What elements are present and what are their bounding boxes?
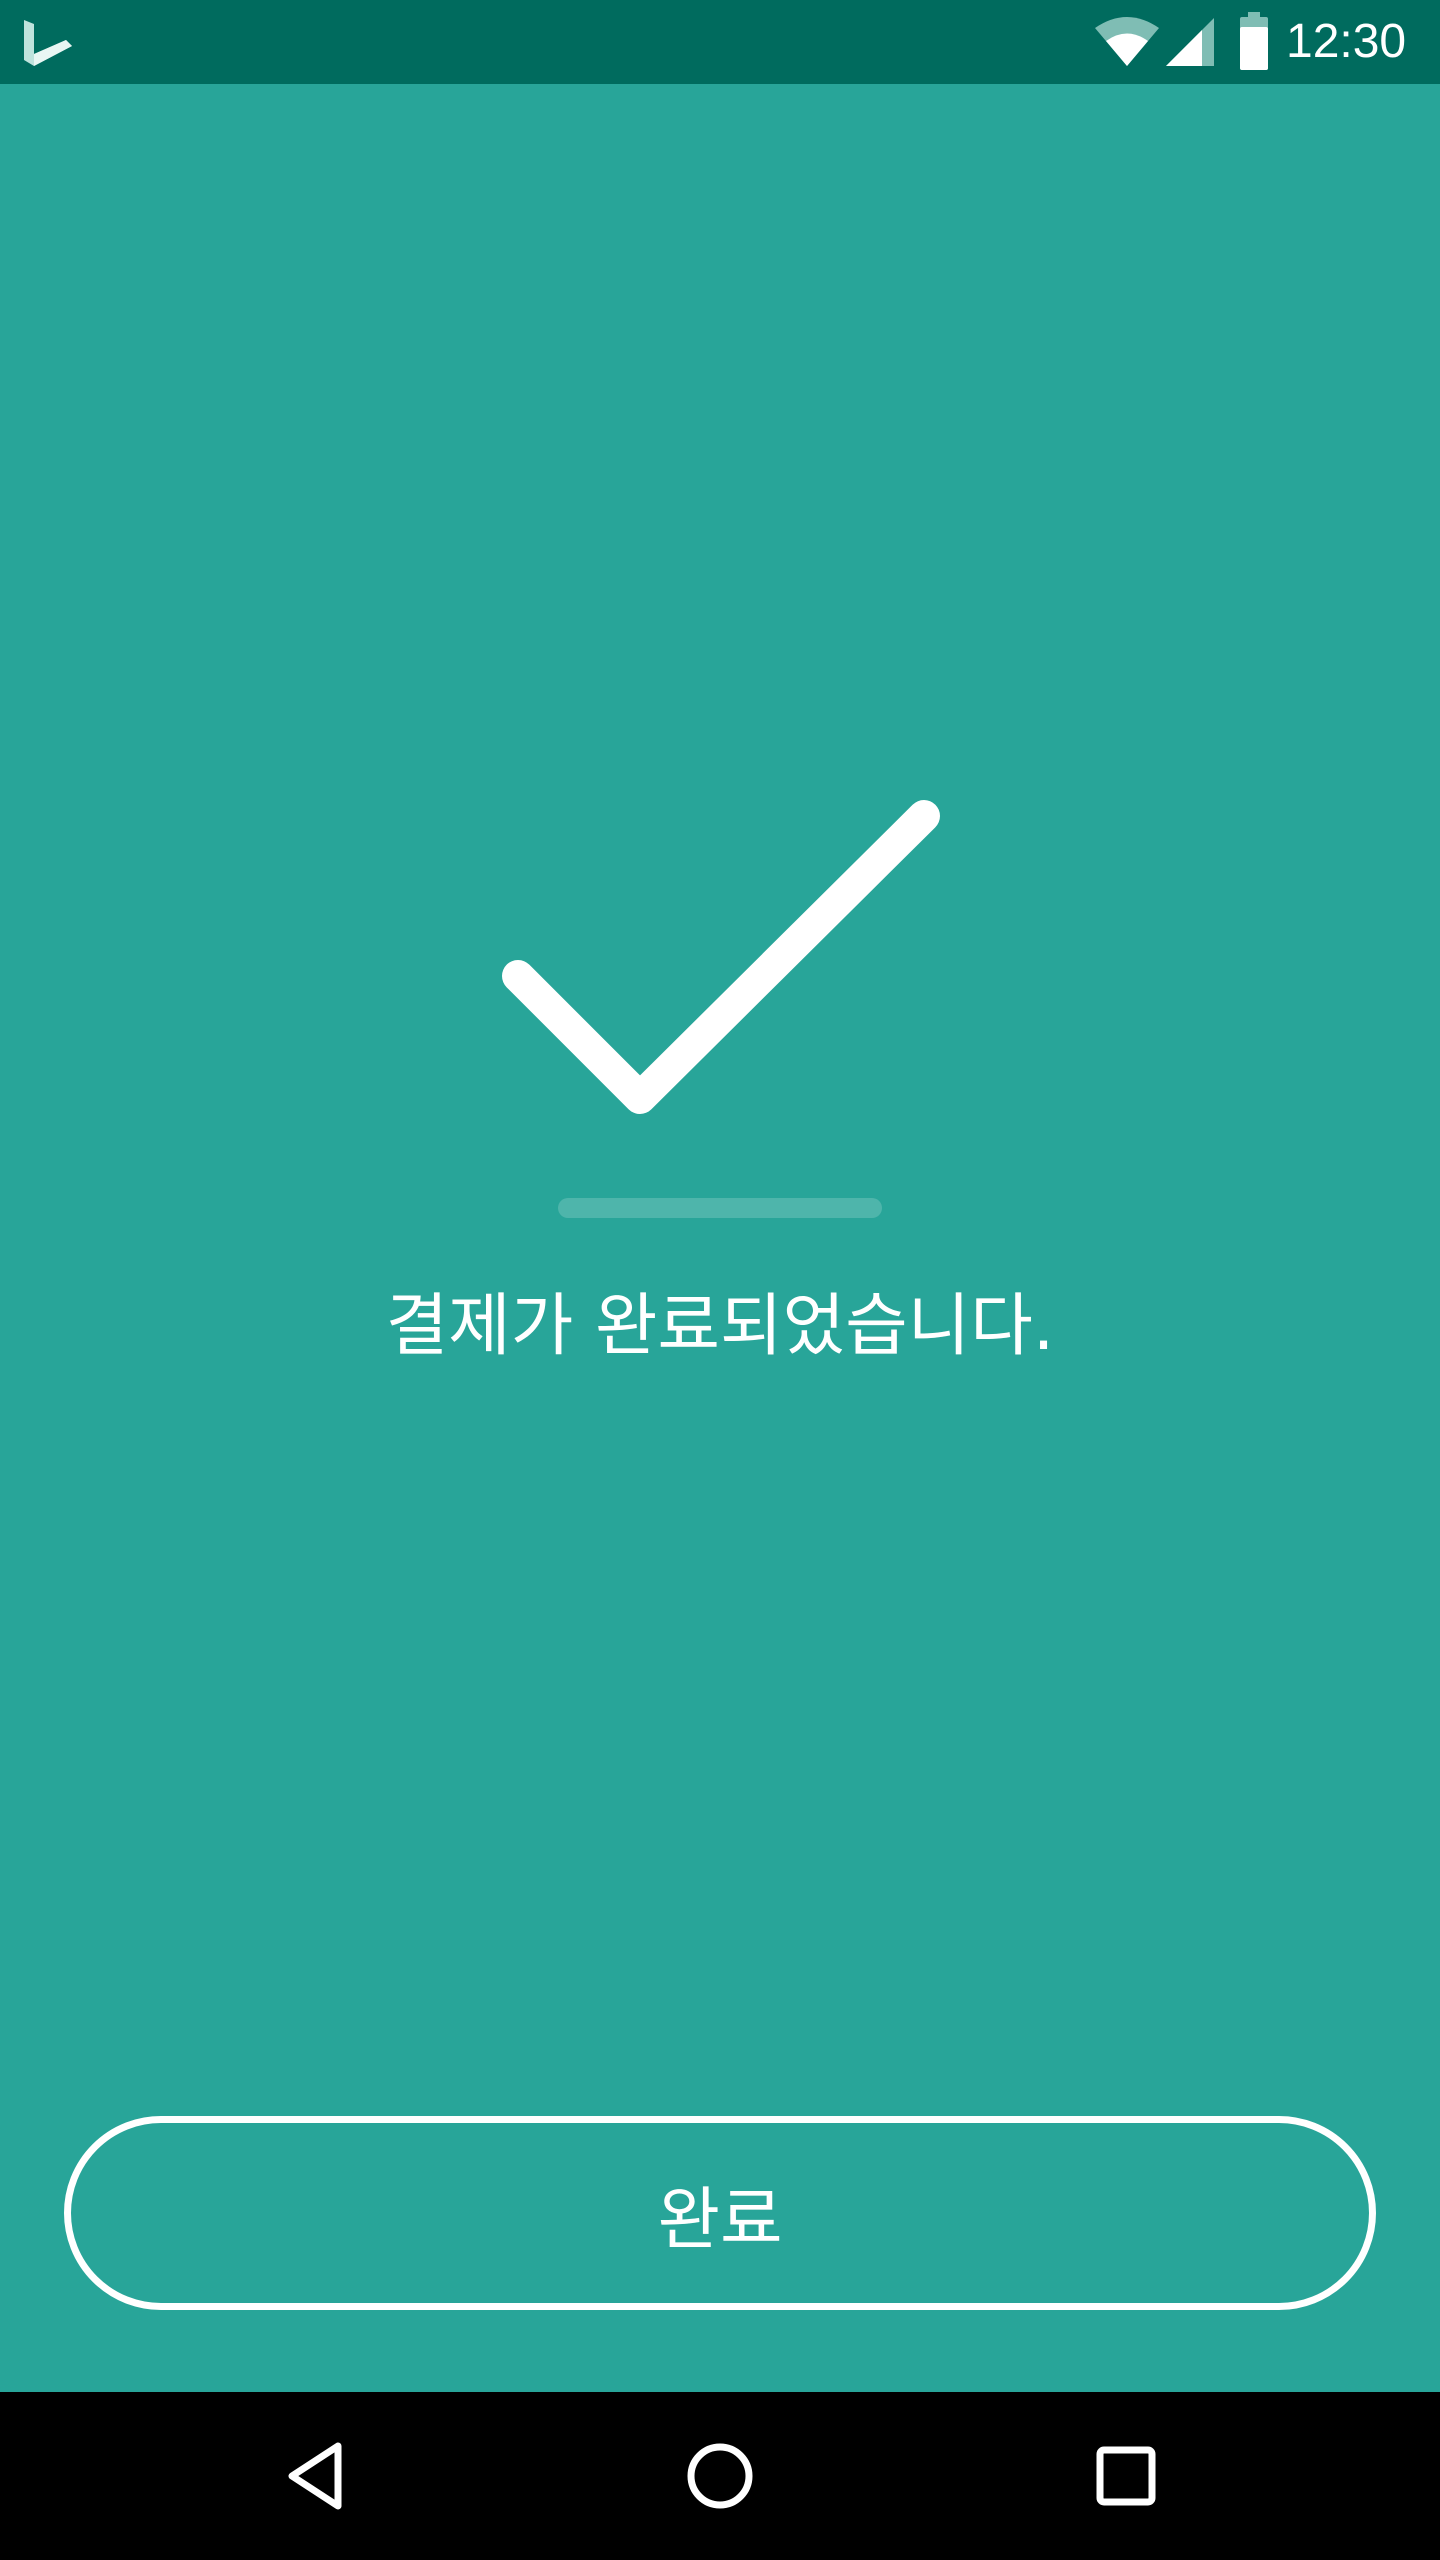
navigation-bar — [0, 2392, 1440, 2560]
recents-button[interactable] — [1076, 2426, 1176, 2526]
decorative-divider — [558, 1198, 882, 1218]
payment-complete-message: 결제가 완료되었습니다. — [385, 1287, 1055, 1366]
back-icon — [288, 2442, 342, 2510]
battery-icon — [1240, 12, 1268, 70]
home-icon — [687, 2443, 753, 2509]
checkmark-icon — [502, 800, 940, 1114]
home-button[interactable] — [670, 2426, 770, 2526]
payment-complete-screen: 12:30 결제가 완료되었습니다. 완료 — [0, 0, 1440, 2560]
done-button-label: 완료 — [657, 2180, 783, 2260]
back-button[interactable] — [266, 2426, 366, 2526]
wifi-icon — [1095, 17, 1159, 66]
done-button[interactable]: 완료 — [64, 2116, 1376, 2310]
bing-logo-icon — [24, 20, 72, 66]
status-bar: 12:30 — [0, 0, 1440, 84]
cell-signal-icon — [1166, 18, 1214, 66]
recents-icon — [1096, 2446, 1156, 2506]
status-bar-clock: 12:30 — [1286, 15, 1407, 68]
